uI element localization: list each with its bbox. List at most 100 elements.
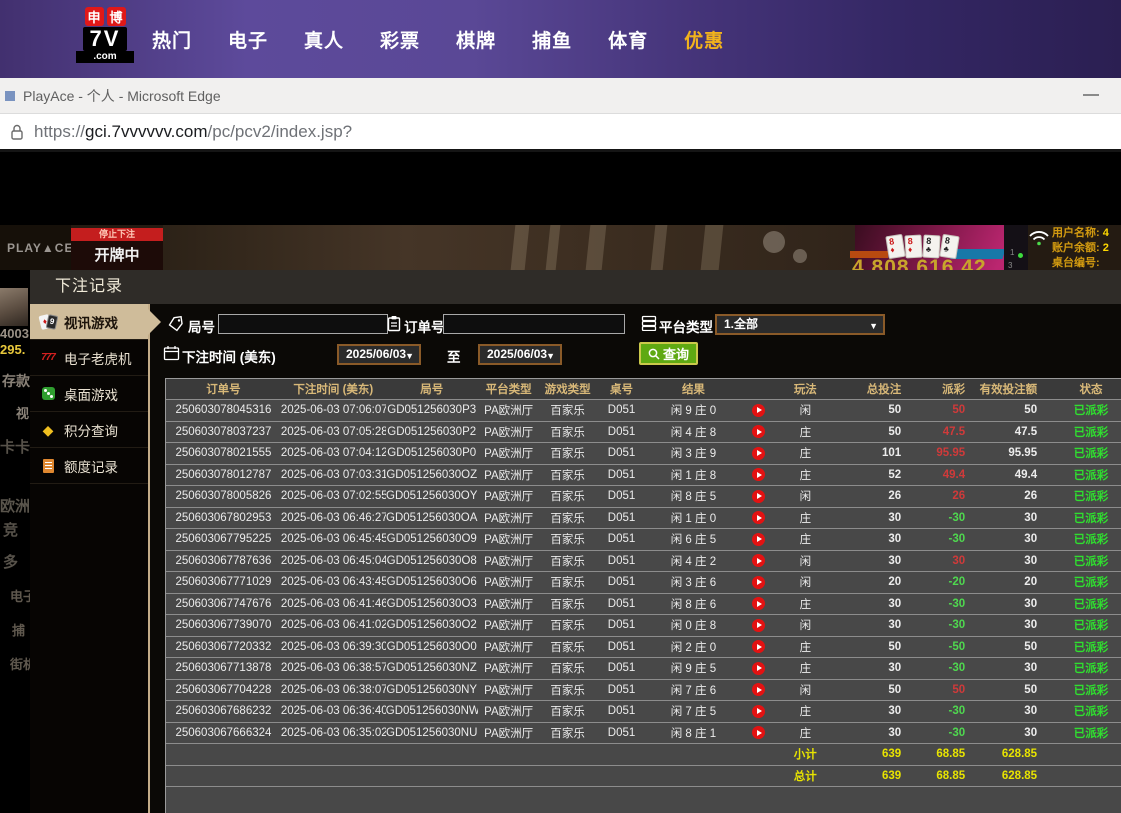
table-row: 2506030780372372025-06-03 07:05:28GD0512…: [166, 422, 1121, 444]
playing-card: 8♣: [922, 235, 940, 259]
dealt-cards: 8♦8♦8♣8♣: [887, 235, 958, 258]
page-fragment: 存款: [2, 371, 30, 391]
filters-panel: 局号 订单号 平台类型 1.全部 ▼: [152, 304, 1121, 378]
replay-button[interactable]: [752, 511, 765, 524]
replay-button[interactable]: [752, 425, 765, 438]
replay-button[interactable]: [752, 726, 765, 739]
column-header: 订单号: [166, 381, 281, 397]
to-label: 至: [447, 346, 461, 366]
playace-logo: PLAY▲CE: [0, 225, 71, 270]
minimize-button[interactable]: [1083, 94, 1099, 96]
tag-icon: [168, 316, 184, 332]
status-badge: 已派彩: [1074, 642, 1109, 654]
page-fragment: 电子: [10, 586, 30, 605]
nav-item-捕鱼[interactable]: 捕鱼: [532, 26, 572, 53]
round-no-input[interactable]: [218, 314, 388, 334]
status-badge: 已派彩: [1074, 513, 1109, 525]
subtotal-row: 小计63968.85628.85: [166, 744, 1121, 766]
status-badge: 已派彩: [1074, 706, 1109, 718]
replay-button[interactable]: [752, 576, 765, 589]
sidebar-item-积分查询[interactable]: ◆积分查询: [30, 412, 148, 448]
user-name-line: 用户名称: 4: [1052, 226, 1121, 241]
replay-button[interactable]: [752, 447, 765, 460]
nav-item-彩票[interactable]: 彩票: [380, 26, 420, 53]
order-no-input[interactable]: [443, 314, 625, 334]
cards-icon: ♦9: [38, 314, 58, 330]
platform-type-select[interactable]: 1.全部 ▼: [715, 314, 885, 335]
bet-time-label: 下注时间 (美东): [182, 346, 276, 366]
status-badge: 已派彩: [1074, 534, 1109, 546]
column-header: 平台类型: [478, 381, 540, 397]
table-row: 2506030677138782025-06-03 06:38:57GD0512…: [166, 658, 1121, 680]
status-badge: 已派彩: [1074, 685, 1109, 697]
status-badge: 已派彩: [1074, 663, 1109, 675]
nav-item-棋牌[interactable]: 棋牌: [456, 26, 496, 53]
page-fragment: 欧洲: [0, 495, 30, 516]
nav-item-体育[interactable]: 体育: [608, 26, 648, 53]
logo-badge-2: 博: [107, 7, 126, 26]
nav-item-真人[interactable]: 真人: [304, 26, 344, 53]
sidebar-item-额度记录[interactable]: 额度记录: [30, 448, 148, 484]
replay-button[interactable]: [752, 533, 765, 546]
screen: 申 博 7V .com 热门电子真人彩票棋牌捕鱼体育优惠 PlayAce - 个…: [0, 0, 1121, 813]
table-row: 2506030780127872025-06-03 07:03:31GD0512…: [166, 465, 1121, 487]
table-row: 2506030677710292025-06-03 06:43:45GD0512…: [166, 572, 1121, 594]
playing-card: 8♦: [904, 235, 922, 259]
replay-button[interactable]: [752, 640, 765, 653]
status-badge: 已派彩: [1074, 427, 1109, 439]
status-badge: 已派彩: [1074, 728, 1109, 740]
replay-button[interactable]: [752, 554, 765, 567]
avatar: [0, 288, 28, 326]
nav-item-热门[interactable]: 热门: [152, 26, 192, 53]
balance-line: 账户余额: 2: [1052, 241, 1121, 256]
table-row: 2506030676862322025-06-03 06:36:40GD0512…: [166, 701, 1121, 723]
table-row: 2506030780215552025-06-03 07:04:12GD0512…: [166, 443, 1121, 465]
date-to-select[interactable]: 2025/06/03 ▼: [478, 344, 562, 365]
slot-icon: 777: [38, 352, 58, 363]
logo-badge-1: 申: [85, 7, 104, 26]
logo-7v: 7V: [83, 27, 128, 51]
chevron-down-icon: ▼: [546, 348, 555, 365]
nav-item-优惠[interactable]: 优惠: [684, 26, 724, 53]
replay-button[interactable]: [752, 683, 765, 696]
sidebar-item-电子老虎机[interactable]: 777电子老虎机: [30, 340, 148, 376]
table-row: 2506030780058262025-06-03 07:02:55GD0512…: [166, 486, 1121, 508]
status-badge: 已派彩: [1074, 620, 1109, 632]
sidebar-item-视讯游戏[interactable]: ♦9视讯游戏: [30, 304, 148, 340]
column-header: 局号: [386, 381, 478, 397]
url-text: https://gci.7vvvvvv.com/pc/pcv2/index.js…: [34, 122, 352, 142]
column-header: 下注时间 (美东): [281, 381, 386, 397]
logo-badges: 申 博: [85, 7, 126, 26]
table-row: 2506030780453162025-06-03 07:06:07GD0512…: [166, 400, 1121, 422]
clipboard-icon: [386, 315, 402, 332]
browser-url-bar[interactable]: https://gci.7vvvvvv.com/pc/pcv2/index.js…: [0, 114, 1121, 152]
status-badge: 已派彩: [1074, 491, 1109, 503]
url-scheme: https://: [34, 122, 85, 141]
column-header: 玩法: [777, 381, 833, 397]
search-button-label: 查询: [663, 344, 689, 363]
column-header: 结果: [647, 381, 739, 397]
search-button[interactable]: 查询: [639, 342, 698, 365]
platform-list-icon: [641, 315, 657, 331]
date-from-select[interactable]: 2025/06/03 ▼: [337, 344, 421, 365]
replay-button[interactable]: [752, 705, 765, 718]
nav-item-电子[interactable]: 电子: [228, 26, 268, 53]
window-title: PlayAce - 个人 - Microsoft Edge: [23, 86, 221, 106]
chevron-down-icon: ▼: [405, 348, 414, 365]
green-dot: [1018, 253, 1023, 258]
page-fragment: 多: [3, 551, 18, 572]
replay-button[interactable]: [752, 597, 765, 610]
order-no-label: 订单号: [404, 316, 445, 336]
replay-button[interactable]: [752, 490, 765, 503]
modal-sidebar: ♦9视讯游戏777电子老虎机桌面游戏◆积分查询额度记录: [30, 304, 150, 813]
date-to-value: 2025/06/03: [487, 347, 547, 361]
replay-button[interactable]: [752, 662, 765, 675]
site-logo[interactable]: 申 博 7V .com: [73, 7, 137, 63]
sidebar-item-label: 额度记录: [64, 456, 118, 476]
table-row: 2506030677952252025-06-03 06:45:45GD0512…: [166, 529, 1121, 551]
replay-button[interactable]: [752, 404, 765, 417]
url-domain: gci.7vvvvvv.com: [85, 122, 208, 141]
replay-button[interactable]: [752, 468, 765, 481]
sidebar-item-桌面游戏[interactable]: 桌面游戏: [30, 376, 148, 412]
replay-button[interactable]: [752, 619, 765, 632]
